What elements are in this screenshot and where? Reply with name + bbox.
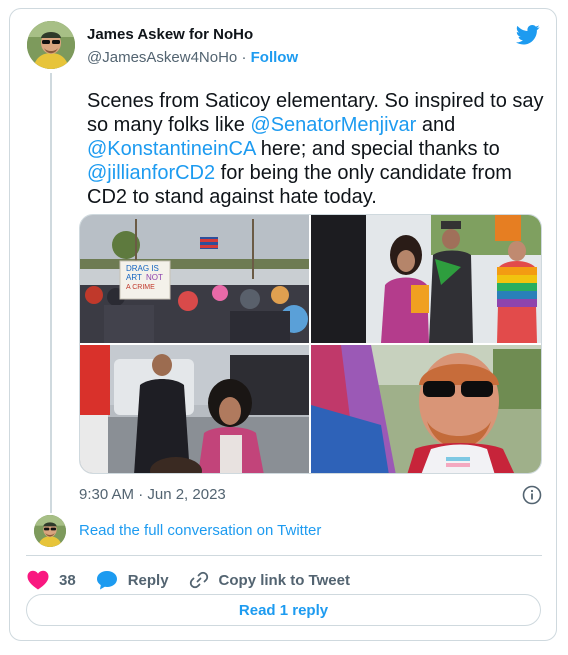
follow-button[interactable]: Follow — [251, 49, 299, 66]
photo-speaker[interactable] — [80, 345, 309, 473]
sign-line: A CRIME — [126, 284, 155, 291]
author-handle-row: @JamesAskew4NoHo · Follow — [87, 49, 298, 66]
tweet-card: James Askew for NoHo @JamesAskew4NoHo · … — [9, 8, 557, 641]
photo-man-sunglasses[interactable] — [311, 345, 541, 473]
thread-line — [50, 73, 52, 513]
action-bar: 38 Reply Copy link to Tweet — [27, 567, 370, 593]
photo-flag-group[interactable] — [311, 215, 541, 343]
tweet-timestamp[interactable]: 9:30 AM · Jun 2, 2023 — [79, 486, 226, 503]
heart-icon — [27, 570, 49, 590]
copy-link-label: Copy link to Tweet — [218, 571, 350, 589]
divider — [26, 555, 542, 556]
mention-senatormenjivar[interactable]: @SenatorMenjivar — [250, 114, 416, 136]
like-count: 38 — [59, 571, 76, 589]
author-handle[interactable]: @JamesAskew4NoHo — [87, 49, 237, 66]
photo-protest-crowd[interactable]: DRAG IS ART NOT A CRIME — [80, 215, 309, 343]
mention-konstantineinca[interactable]: @KonstantineinCA — [87, 138, 255, 160]
like-button[interactable]: 38 — [27, 570, 76, 590]
media-grid: DRAG IS ART NOT A CRIME — [79, 214, 542, 474]
sign-line: ART — [126, 273, 142, 282]
tweet-text-part: here; and special thanks to — [255, 138, 500, 160]
read-replies-label: Read 1 reply — [238, 601, 329, 619]
author-avatar-small[interactable] — [34, 515, 66, 547]
tweet-text-part: and — [416, 114, 456, 136]
mention-jillianforcd2[interactable]: @jillianforCD2 — [87, 162, 215, 184]
copy-link-button[interactable]: Copy link to Tweet — [189, 570, 350, 590]
sign-line: DRAG IS — [126, 264, 159, 273]
link-icon — [189, 571, 208, 589]
info-icon[interactable] — [522, 485, 542, 505]
sign-line: NOT — [146, 273, 163, 282]
read-replies-button[interactable]: Read 1 reply — [26, 594, 541, 626]
reply-label: Reply — [127, 571, 169, 589]
twitter-bird-icon[interactable] — [516, 25, 540, 45]
reply-bubble-icon — [96, 571, 117, 590]
separator-dot: · — [241, 49, 247, 66]
author-avatar[interactable] — [27, 21, 75, 69]
read-conversation-link[interactable]: Read the full conversation on Twitter — [79, 522, 321, 539]
tweet-text: Scenes from Saticoy elementary. So inspi… — [87, 89, 549, 209]
author-name[interactable]: James Askew for NoHo — [87, 26, 253, 43]
reply-button[interactable]: Reply — [96, 570, 169, 590]
